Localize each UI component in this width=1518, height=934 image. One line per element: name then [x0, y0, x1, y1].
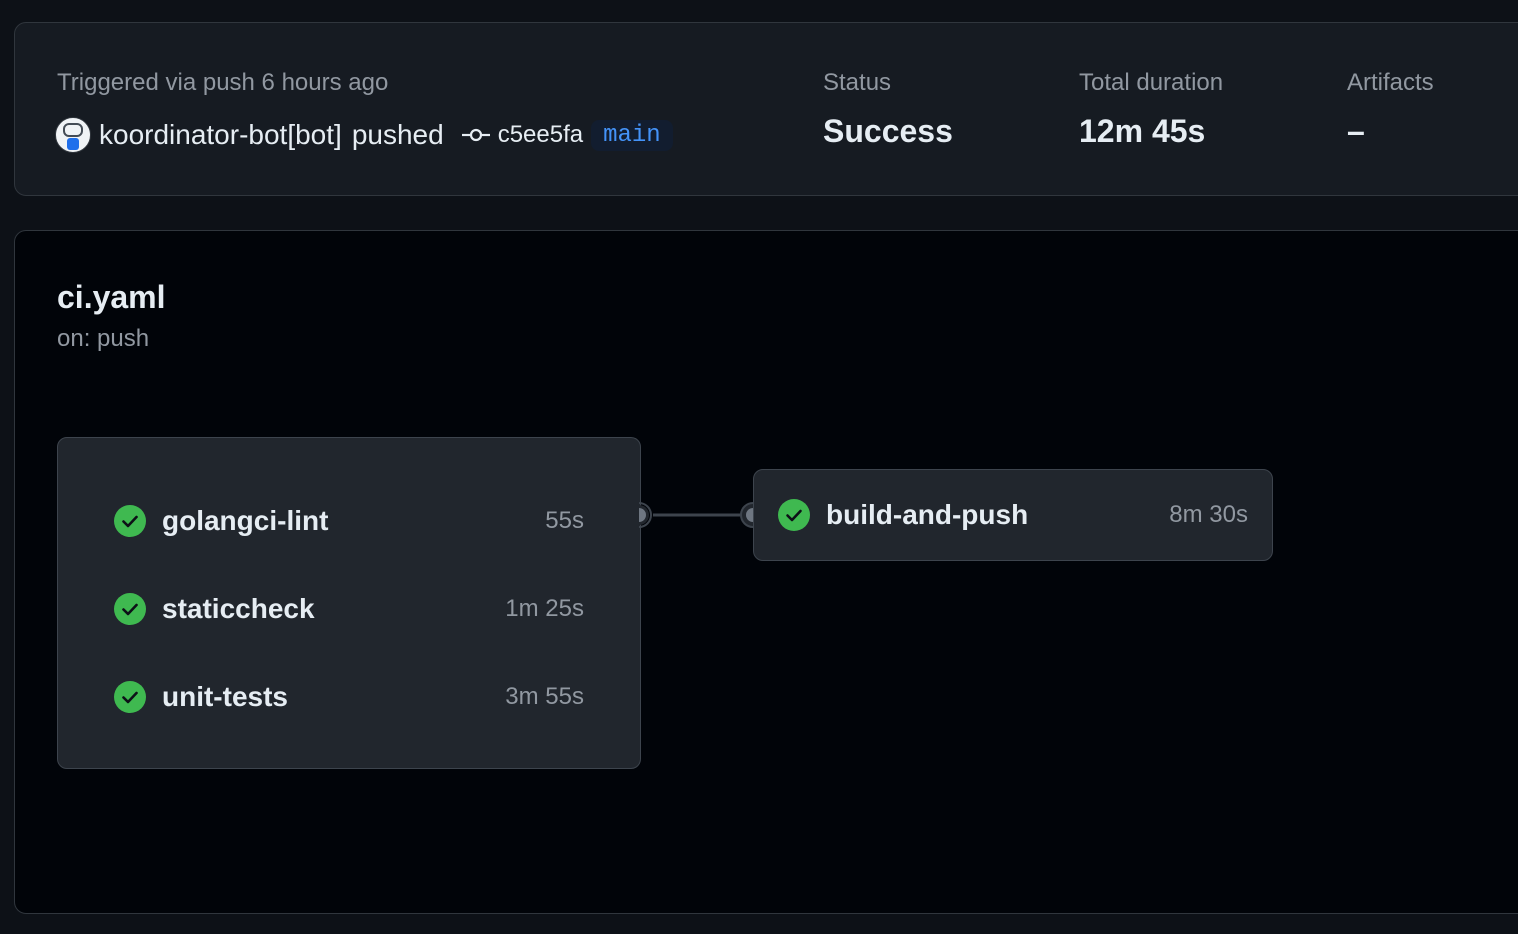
job-name: build-and-push [826, 499, 1029, 530]
status-value: Success [823, 113, 953, 149]
duration-value: 12m 45s [1079, 113, 1206, 149]
git-commit-icon [461, 127, 490, 143]
check-circle-fill-icon [778, 499, 810, 531]
job-duration: 55s [545, 507, 584, 534]
job-duration: 3m 55s [505, 683, 584, 710]
workflow-graph: ci.yaml on: push golangci-lint 55s stati… [14, 230, 1518, 914]
job-name: golangci-lint [162, 505, 329, 536]
job-group-checks: golangci-lint 55s staticcheck 1m 25s uni… [57, 437, 641, 769]
check-circle-fill-icon [114, 593, 146, 625]
check-circle-fill-icon [114, 505, 146, 537]
job-name: unit-tests [162, 681, 288, 712]
workflow-trigger: on: push [57, 325, 150, 352]
job-duration: 1m 25s [505, 595, 584, 622]
job-group-build: build-and-push 8m 30s [753, 469, 1273, 561]
actor-link[interactable]: koordinator-bot[bot] [99, 119, 342, 151]
push-info: koordinator-bot[bot] pushed c5ee5fa main [55, 115, 673, 155]
job-name: staticcheck [162, 593, 315, 624]
job-duration: 8m 30s [1169, 501, 1248, 528]
commit-sha-link[interactable]: c5ee5fa [498, 121, 583, 149]
job-golangci-lint[interactable]: golangci-lint 55s [114, 501, 584, 541]
job-unit-tests[interactable]: unit-tests 3m 55s [114, 677, 584, 717]
job-staticcheck[interactable]: staticcheck 1m 25s [114, 589, 584, 629]
artifacts-label: Artifacts [1347, 69, 1434, 96]
trigger-label: Triggered via push 6 hours ago [57, 69, 389, 96]
job-connector [639, 502, 766, 528]
action-text: pushed [351, 119, 444, 150]
bot-face-icon [63, 123, 83, 137]
branch-label[interactable]: main [591, 119, 673, 151]
bot-badge-icon [67, 138, 79, 150]
job-build-and-push[interactable]: build-and-push 8m 30s [778, 495, 1248, 535]
check-circle-fill-icon [114, 681, 146, 713]
run-summary: Triggered via push 6 hours ago koordinat… [14, 22, 1518, 196]
artifacts-value: – [1347, 113, 1365, 149]
workflow-name: ci.yaml [57, 279, 166, 315]
status-label: Status [823, 69, 892, 96]
duration-label: Total duration [1079, 69, 1224, 96]
actor-avatar[interactable] [55, 117, 91, 153]
